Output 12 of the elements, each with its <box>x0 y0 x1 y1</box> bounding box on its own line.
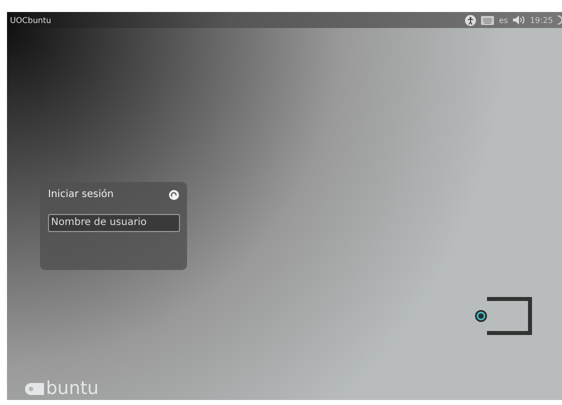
clock[interactable]: 19:25 <box>530 16 553 24</box>
logo-drawing <box>473 294 535 338</box>
login-title: Iniciar sesión <box>48 189 114 200</box>
host-name: UOCbuntu <box>10 16 52 24</box>
keyboard-layout[interactable]: es <box>498 16 508 24</box>
accessibility-icon[interactable] <box>464 14 476 26</box>
logo-text: buntu <box>46 378 99 399</box>
ubuntu-logo-icon <box>25 382 45 396</box>
session-icon[interactable] <box>169 190 179 200</box>
keyboard-icon[interactable] <box>480 16 494 24</box>
volume-icon[interactable] <box>512 15 525 25</box>
username-field[interactable]: Nombre de usuario <box>48 214 180 232</box>
